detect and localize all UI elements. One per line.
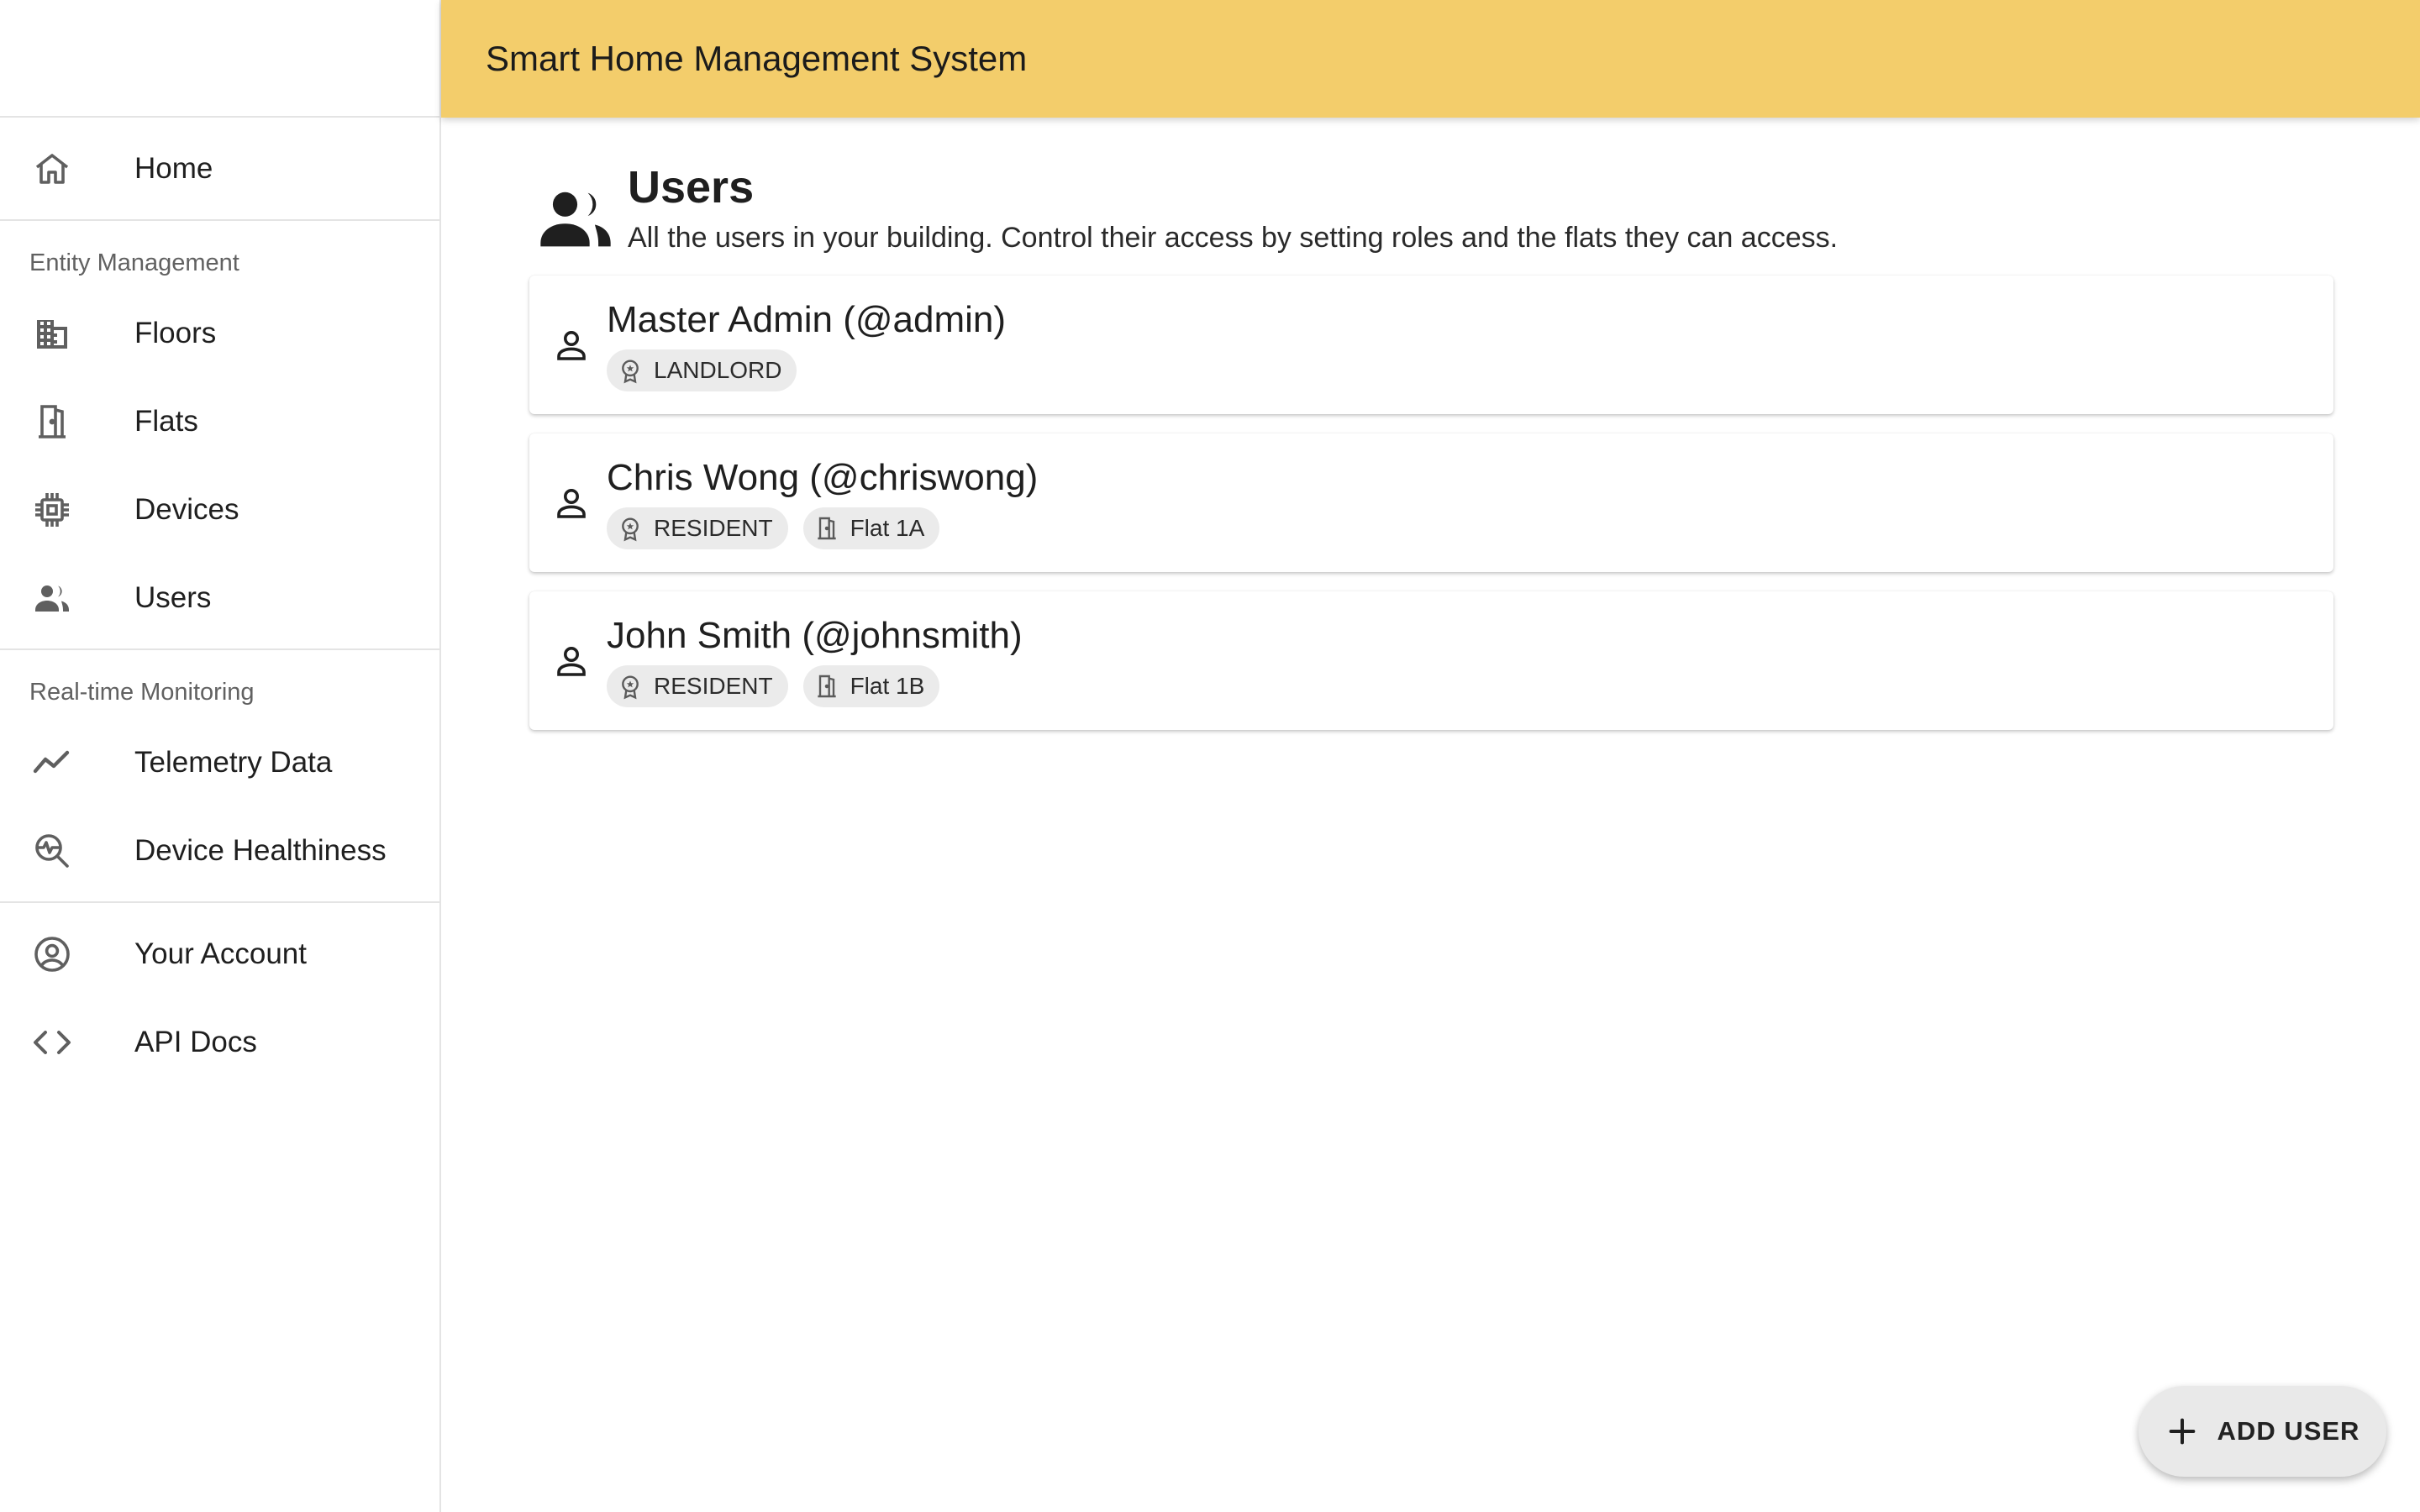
sidebar-item-telemetry-data[interactable]: Telemetry Data <box>0 718 439 806</box>
section-title: Entity Management <box>29 249 239 276</box>
sidebar-item-label: API Docs <box>134 1025 257 1058</box>
user-card[interactable]: Master Admin (@admin) LANDLORD <box>529 276 2333 414</box>
page-description: All the users in your building. Control … <box>628 222 1839 254</box>
flat-label: Flat 1B <box>850 672 925 699</box>
person-icon <box>551 483 592 523</box>
nav-section-realtime-monitoring: Real-time Monitoring Telemetry Data Devi… <box>0 650 439 903</box>
flat-label: Flat 1A <box>850 514 925 541</box>
page-head-text: Users All the users in your building. Co… <box>628 161 1838 255</box>
add-user-button[interactable]: ADD USER <box>2139 1386 2386 1477</box>
person-icon <box>551 641 592 681</box>
flat-chip: Flat 1B <box>802 664 940 707</box>
app-title: Smart Home Management System <box>486 39 1028 78</box>
user-card[interactable]: John Smith (@johnsmith) RESIDENT Flat 1B <box>529 591 2333 730</box>
user-list: Master Admin (@admin) LANDLORD Chris Won… <box>529 276 2333 749</box>
sidebar-item-devices[interactable]: Devices <box>0 465 439 554</box>
code-icon <box>32 1022 72 1063</box>
trend-icon <box>32 743 72 783</box>
page-title: Users <box>628 162 755 213</box>
role-chip: RESIDENT <box>607 664 788 707</box>
add-user-label: ADD USER <box>2217 1416 2360 1446</box>
plus-icon <box>2165 1415 2199 1448</box>
sidebar-item-label: Your Account <box>134 937 307 970</box>
door-icon <box>32 402 72 442</box>
building-icon <box>32 313 72 354</box>
user-name: Chris Wong (@chriswong) <box>607 456 1039 498</box>
sidebar-item-device-healthiness[interactable]: Device Healthiness <box>0 806 439 895</box>
sidebar-item-floors[interactable]: Floors <box>0 289 439 377</box>
nav-section-account: Your Account API Docs <box>0 903 439 1093</box>
sidebar-item-your-account[interactable]: Your Account <box>0 910 439 998</box>
sidebar-item-label: Home <box>134 151 213 185</box>
sidebar: Home Entity Management Floors Flats Devi… <box>0 0 441 1512</box>
badge-icon <box>617 515 644 542</box>
role-label: LANDLORD <box>654 356 782 383</box>
user-chips: LANDLORD <box>607 349 1006 391</box>
role-chip: LANDLORD <box>607 349 797 391</box>
nav-section-main: Home <box>0 118 439 221</box>
sidebar-item-api-docs[interactable]: API Docs <box>0 998 439 1086</box>
user-chips: RESIDENT Flat 1A <box>607 507 1038 549</box>
role-label: RESIDENT <box>654 514 773 541</box>
sidebar-item-label: Device Healthiness <box>134 833 387 867</box>
home-icon <box>32 149 72 189</box>
user-chips: RESIDENT Flat 1B <box>607 664 1023 707</box>
person-icon <box>551 325 592 365</box>
badge-icon <box>617 673 644 700</box>
section-title: Real-time Monitoring <box>29 679 255 706</box>
user-name: Master Admin (@admin) <box>607 298 1007 340</box>
role-chip: RESIDENT <box>607 507 788 549</box>
sidebar-item-label: Floors <box>134 316 217 349</box>
sidebar-item-label: Users <box>134 580 212 614</box>
sidebar-item-label: Flats <box>134 404 198 438</box>
sidebar-item-home[interactable]: Home <box>0 124 439 213</box>
sidebar-top <box>0 0 439 118</box>
health-search-icon <box>32 831 72 871</box>
app-header: Smart Home Management System <box>441 0 2420 118</box>
user-card[interactable]: Chris Wong (@chriswong) RESIDENT Flat 1A <box>529 433 2333 572</box>
people-icon <box>534 176 618 260</box>
door-icon <box>813 515 840 542</box>
sidebar-item-label: Devices <box>134 492 239 526</box>
main-content: Users All the users in your building. Co… <box>441 118 2420 1512</box>
badge-icon <box>617 357 644 384</box>
user-info: Master Admin (@admin) LANDLORD <box>607 299 1006 391</box>
user-name: John Smith (@johnsmith) <box>607 614 1023 656</box>
door-icon <box>813 673 840 700</box>
user-info: John Smith (@johnsmith) RESIDENT Flat 1B <box>607 615 1023 707</box>
role-label: RESIDENT <box>654 672 773 699</box>
sidebar-item-users[interactable]: Users <box>0 554 439 642</box>
sidebar-item-label: Telemetry Data <box>134 745 333 779</box>
nav-section-entity-management: Entity Management Floors Flats Devices U… <box>0 221 439 650</box>
account-circle-icon <box>32 934 72 974</box>
user-info: Chris Wong (@chriswong) RESIDENT Flat 1A <box>607 457 1038 549</box>
sidebar-item-flats[interactable]: Flats <box>0 377 439 465</box>
chip-icon <box>32 490 72 530</box>
flat-chip: Flat 1A <box>802 507 940 549</box>
page-header: Users All the users in your building. Co… <box>534 161 1838 260</box>
people-icon <box>32 578 72 618</box>
